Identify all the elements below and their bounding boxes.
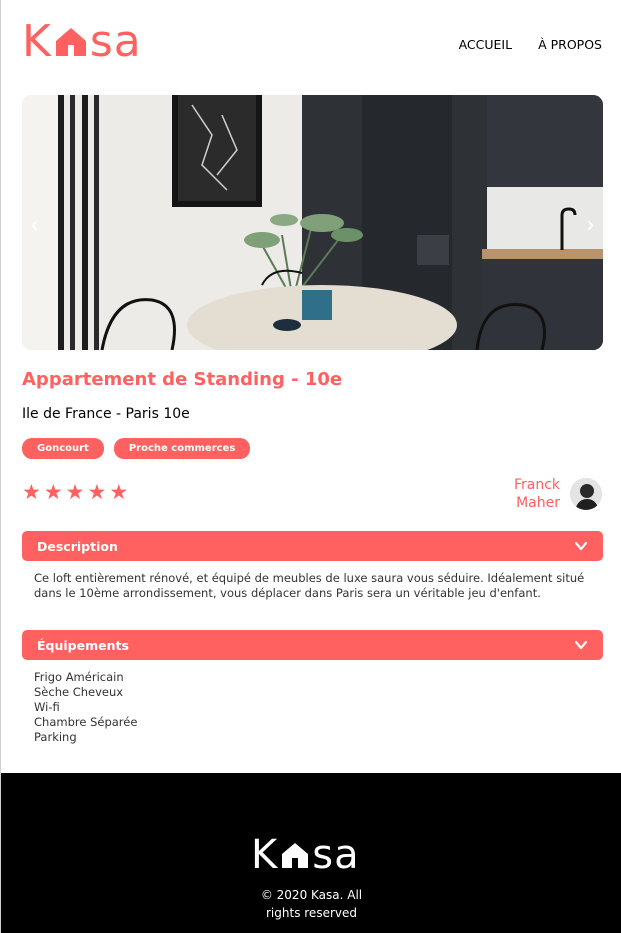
tag: Goncourt (22, 438, 104, 459)
main-nav: ACCUEIL À PROPOS (459, 37, 602, 52)
nav-link-a-propos[interactable]: À PROPOS (538, 37, 602, 52)
list-item: Sèche Cheveux (34, 685, 124, 699)
description-text: Ce loft entièrement rénové, et équipé de… (34, 571, 585, 600)
star-icon: ★ (22, 480, 41, 504)
house-icon (55, 28, 86, 56)
star-icon: ★ (65, 480, 85, 504)
carousel-next-button[interactable]: › (586, 215, 595, 237)
house-icon (282, 843, 309, 868)
listing-location: Ile de France - Paris 10e (22, 406, 190, 422)
footer-logo: K sa (251, 835, 360, 875)
description-toggle[interactable]: Description (22, 531, 603, 561)
host-last-name: Maher (516, 495, 560, 511)
copyright-line-2: rights reserved (266, 906, 357, 920)
photo-carousel: ‹ › (22, 95, 603, 350)
tag-list: Goncourt Proche commerces (22, 438, 251, 459)
host-name: Franck Maher (514, 476, 560, 512)
nav-link-accueil[interactable]: ACCUEIL (459, 37, 513, 52)
star-icon: ★ (109, 480, 129, 504)
host-first-name: Franck (513, 477, 560, 493)
logo-letters-sa: sa (89, 16, 142, 67)
logo-letter-k: K (22, 16, 52, 67)
rating-stars: ★ ★ ★ ★ ★ (22, 482, 128, 503)
carousel-prev-button[interactable]: ‹ (30, 215, 39, 237)
copyright: © 2020 Kasa. All rights reserved (1, 886, 621, 922)
page: K sa ACCUEIL À PROPOS ‹ › Appartement de… (0, 0, 621, 933)
host-avatar (570, 478, 602, 510)
host-info: Franck Maher (514, 476, 602, 512)
star-icon: ★ (87, 480, 107, 504)
description-title: Description (37, 538, 118, 554)
list-item: Parking (34, 730, 77, 744)
list-item: Chambre Séparée (34, 715, 138, 729)
listing-title: Appartement de Standing - 10e (22, 369, 343, 390)
equipements-list: Frigo Américain Sèche Cheveux Wi-fi Cham… (34, 670, 137, 745)
list-item: Frigo Américain (34, 670, 124, 684)
equipements-toggle[interactable]: Équipements (22, 630, 603, 660)
footer-logo-letter-k: K (251, 832, 279, 878)
chevron-down-icon (574, 640, 588, 650)
list-item: Wi-fi (34, 700, 60, 714)
footer: K sa © 2020 Kasa. All rights reserved (1, 773, 621, 933)
tag: Proche commerces (113, 438, 251, 459)
chevron-down-icon (574, 541, 588, 551)
footer-logo-letters-sa: sa (312, 832, 360, 878)
kasa-logo[interactable]: K sa (22, 20, 142, 64)
copyright-line-1: © 2020 Kasa. All (260, 888, 363, 902)
equipements-title: Équipements (37, 637, 129, 653)
star-icon: ★ (43, 480, 63, 504)
apartment-photo (22, 95, 603, 350)
